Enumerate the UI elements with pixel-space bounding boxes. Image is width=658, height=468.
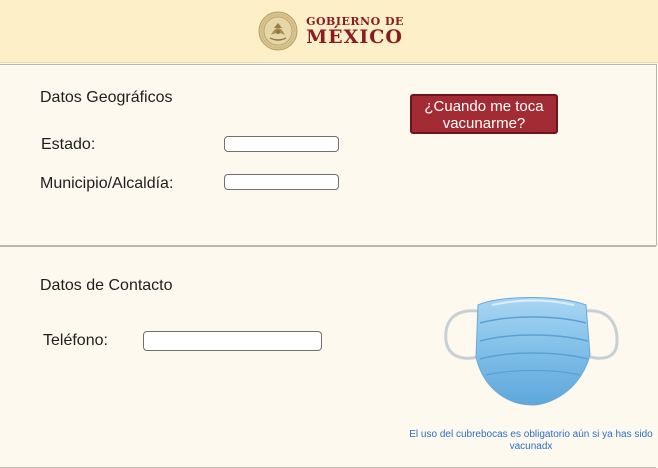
mask-notice: El uso del cubrebocas es obligatorio aún… [409,429,653,452]
face-mask-icon [444,297,619,406]
contact-section-title: Datos de Contacto [40,277,173,294]
geographic-data-panel: Datos Geográficos Estado: Municipio/Alca… [0,64,657,246]
contact-data-panel: Datos de Contacto Teléfono: El uso del c… [0,246,656,468]
gobierno-logo[interactable]: GOBIERNO DE MÉXICO [258,11,404,51]
logo-text-gobierno: GOBIERNO DE [306,14,404,28]
site-header: GOBIERNO DE MÉXICO [0,0,658,63]
estado-label: Estado: [41,136,96,153]
geo-section-title: Datos Geográficos [40,89,173,106]
telefono-input[interactable] [143,331,322,351]
municipio-input[interactable] [224,174,339,190]
logo-text-mexico: MÉXICO [306,25,403,48]
cuando-vacunarme-button[interactable]: ¿Cuando me toca vacunarme? [410,94,558,134]
estado-input[interactable] [224,136,339,152]
coat-of-arms-icon [258,11,298,51]
municipio-label: Municipio/Alcaldía: [40,175,174,192]
telefono-label: Teléfono: [43,332,108,349]
